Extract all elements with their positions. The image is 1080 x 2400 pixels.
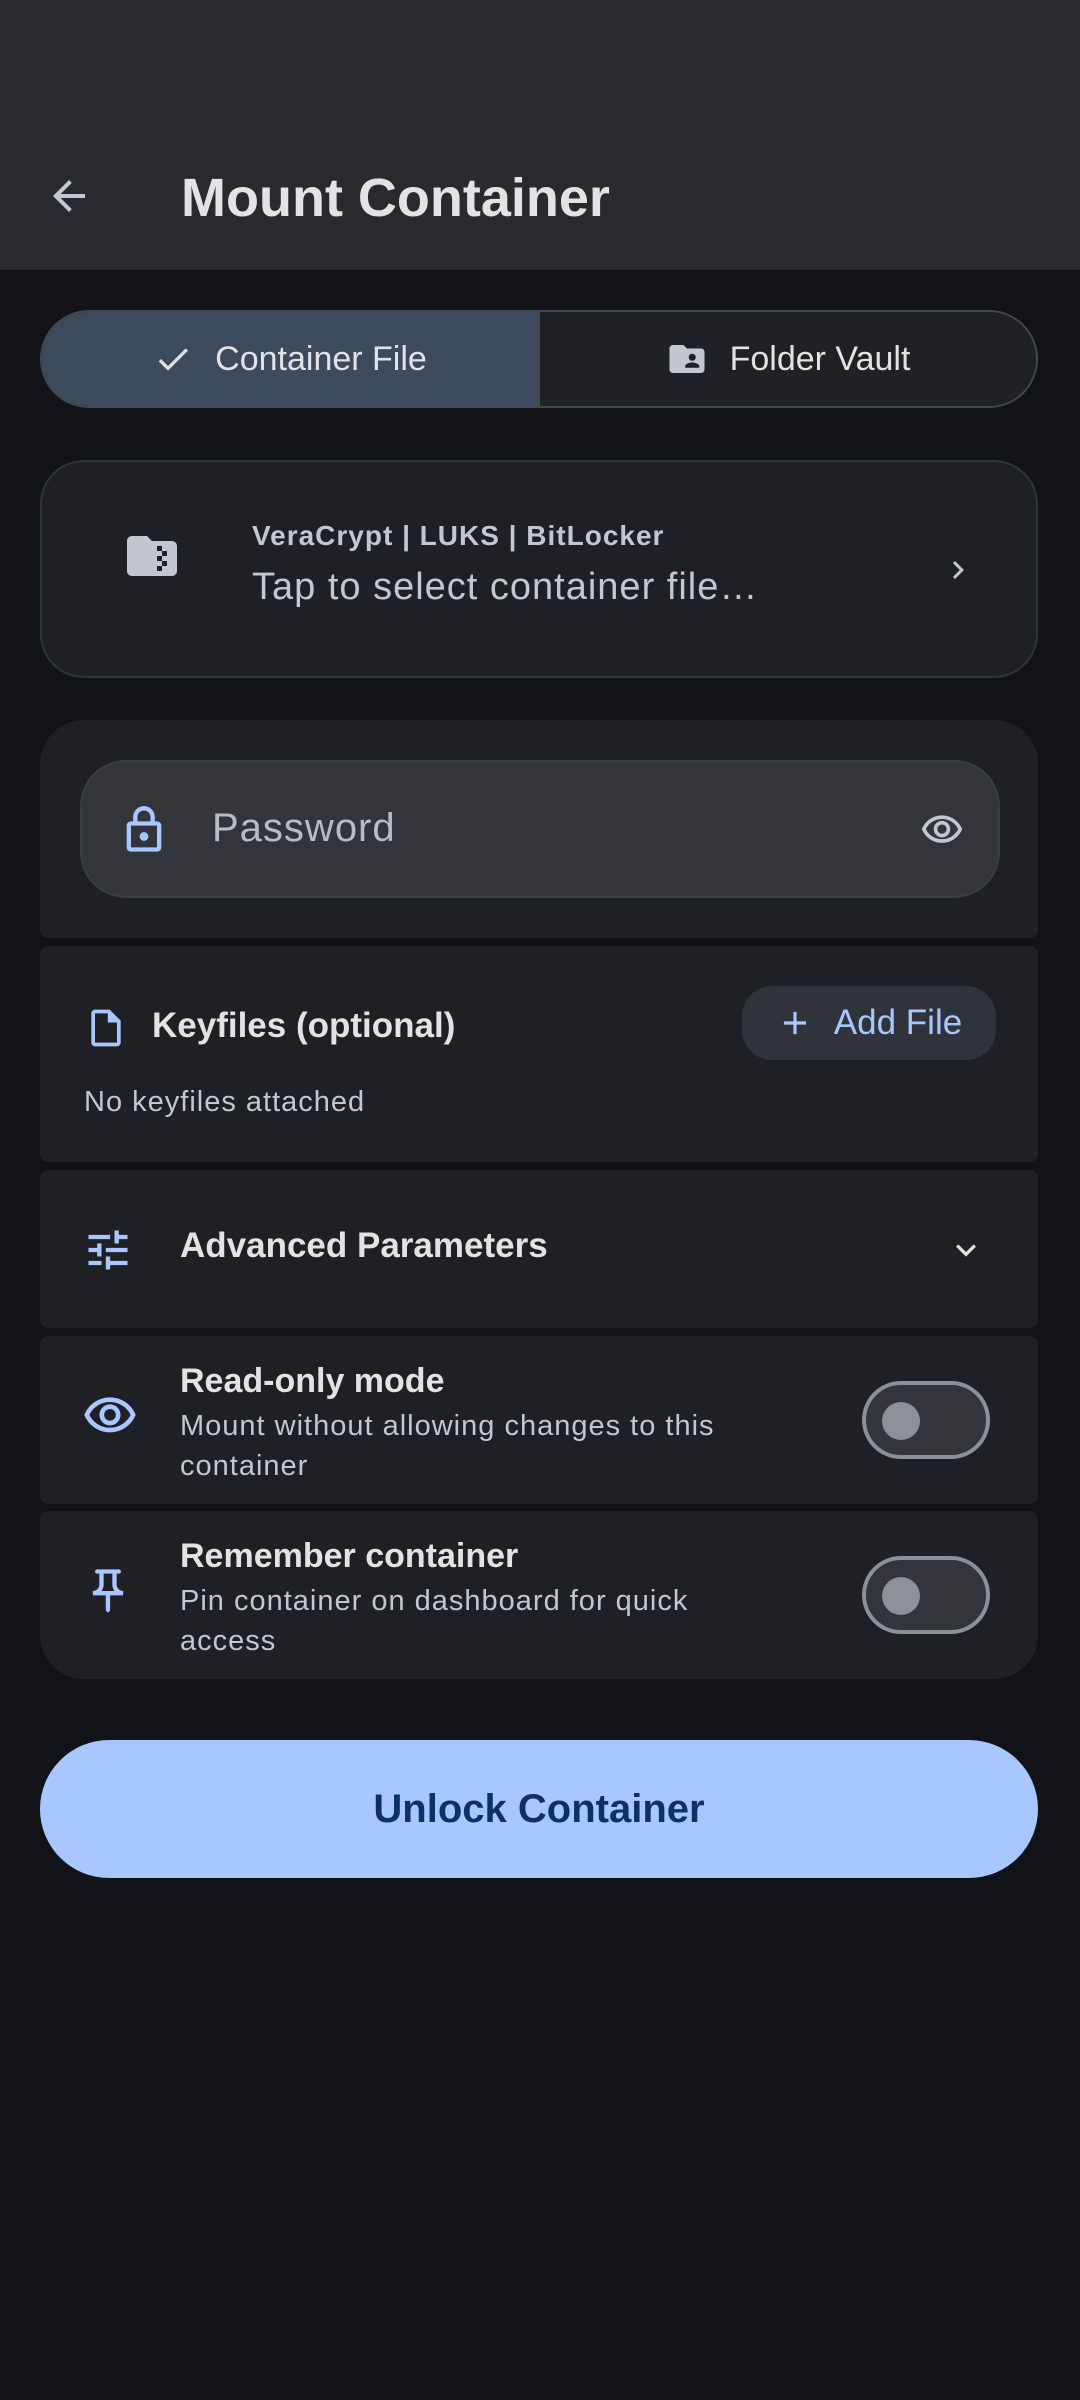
add-file-label: Add File <box>833 1003 963 1042</box>
pin-icon <box>92 1569 124 1613</box>
container-file-picker[interactable]: VeraCrypt | LUKS | BitLocker Tap to sele… <box>40 460 1038 678</box>
tab-container-file[interactable]: Container File <box>42 312 540 406</box>
file-placeholder: Tap to select container file… <box>252 566 759 608</box>
folder-user-icon <box>669 345 705 373</box>
tab-label: Folder Vault <box>729 340 911 378</box>
read-only-description: Mount without allowing changes to this c… <box>180 1410 715 1482</box>
plus-icon <box>783 1011 806 1035</box>
top-app-bar: Mount Container <box>0 0 1080 270</box>
remember-title: Remember container <box>180 1537 519 1575</box>
back-button[interactable] <box>36 163 102 229</box>
remember-container-option: Remember container Pin container on dash… <box>40 1511 1038 1679</box>
supported-formats: VeraCrypt | LUKS | BitLocker <box>252 520 665 551</box>
tab-label: Container File <box>215 340 427 378</box>
remember-switch[interactable] <box>862 1556 990 1634</box>
read-only-title: Read-only mode <box>180 1362 445 1400</box>
remember-description: Pin container on dashboard for quick acc… <box>180 1585 689 1657</box>
chevron-down-icon <box>956 1244 976 1257</box>
page-title: Mount Container <box>181 168 610 228</box>
arrow-left-icon <box>53 180 85 212</box>
read-only-switch[interactable] <box>862 1381 990 1459</box>
zip-folder-icon <box>127 536 177 576</box>
password-input[interactable]: Password <box>80 760 1000 898</box>
keyfiles-empty-text: No keyfiles attached <box>84 1086 366 1118</box>
lock-icon <box>126 806 162 852</box>
password-section: Password <box>40 720 1038 938</box>
file-icon <box>91 1009 121 1047</box>
keyfiles-title: Keyfiles (optional) <box>152 1006 456 1045</box>
keyfiles-section: Keyfiles (optional) Add File No keyfiles… <box>40 946 1038 1162</box>
tab-folder-vault[interactable]: Folder Vault <box>540 312 1036 406</box>
password-placeholder: Password <box>212 806 396 850</box>
tune-icon <box>88 1230 128 1270</box>
eye-icon[interactable] <box>920 808 964 852</box>
check-icon <box>158 348 189 371</box>
read-only-option: Read-only mode Mount without allowing ch… <box>40 1336 1038 1504</box>
switch-knob <box>882 1577 920 1615</box>
unlock-container-button[interactable]: Unlock Container <box>40 1740 1038 1878</box>
eye-icon <box>84 1397 136 1433</box>
mode-segmented-control: Container File Folder Vault <box>40 310 1038 408</box>
chevron-right-icon <box>952 561 964 579</box>
switch-knob <box>882 1402 920 1440</box>
add-keyfile-button[interactable]: Add File <box>742 986 996 1060</box>
advanced-title: Advanced Parameters <box>180 1226 548 1265</box>
advanced-parameters-row[interactable]: Advanced Parameters <box>40 1170 1038 1328</box>
